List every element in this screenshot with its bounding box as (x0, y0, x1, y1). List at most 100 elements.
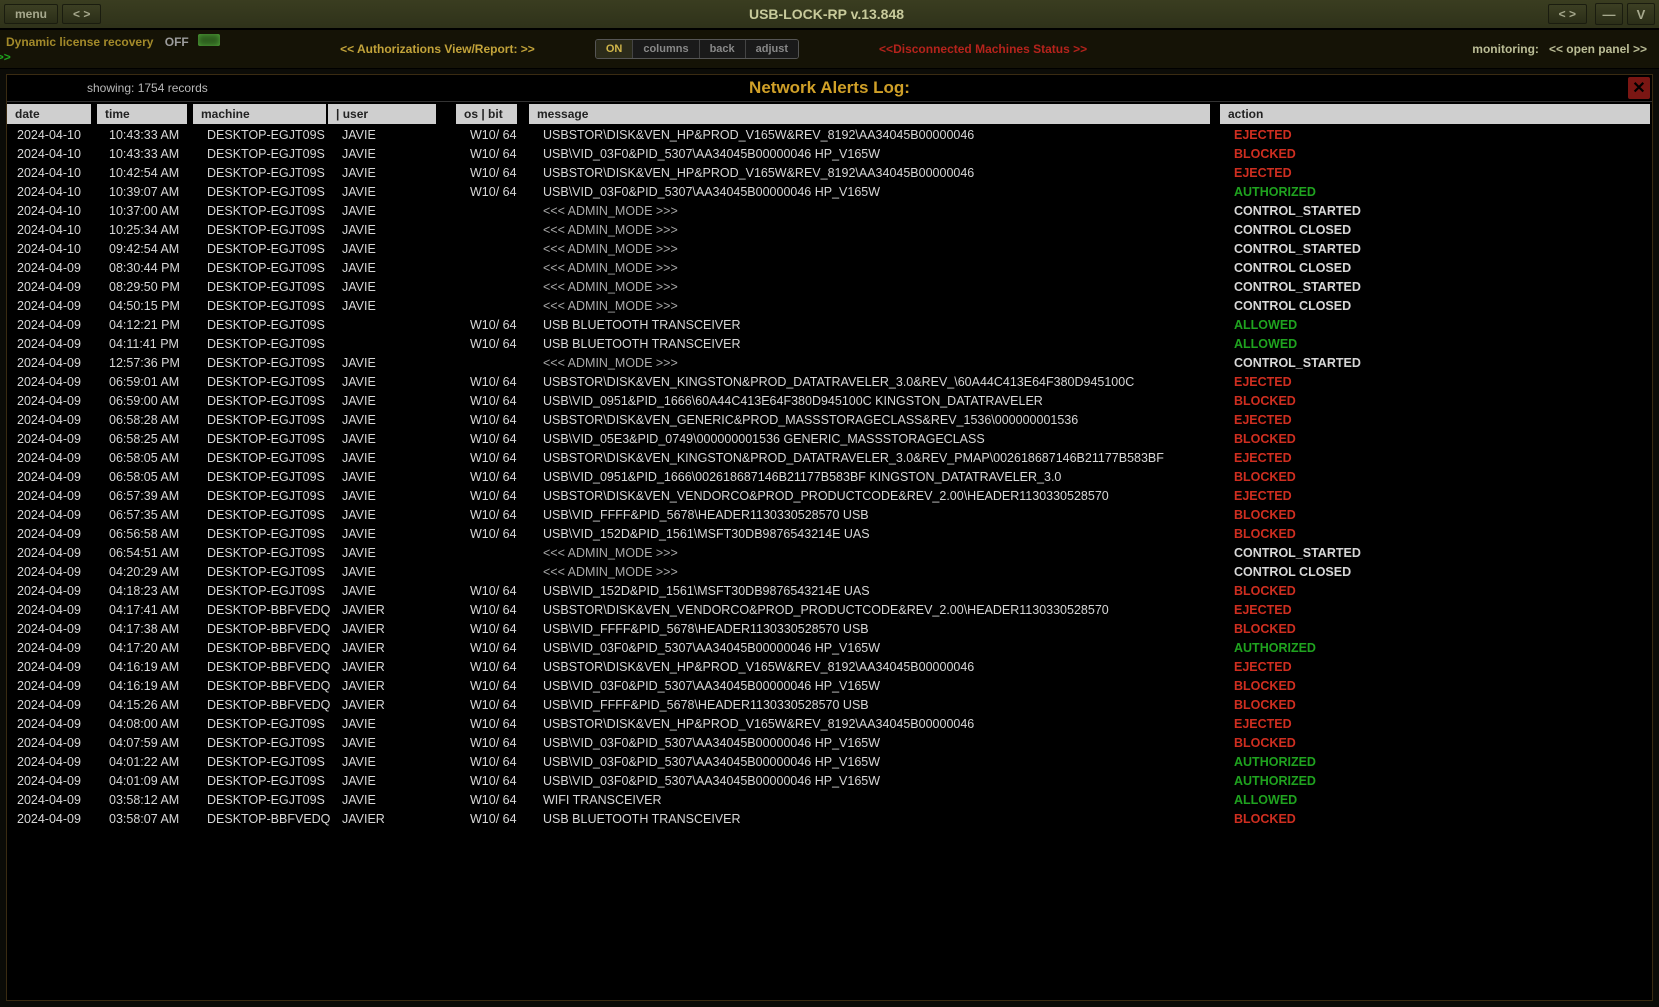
table-row[interactable]: 2024-04-0903:58:07 AMDESKTOP-BBFVEDQJAVI… (11, 809, 1648, 828)
cell-user: JAVIE (336, 432, 446, 446)
table-row[interactable]: 2024-04-0904:50:15 PMDESKTOP-EGJT09SJAVI… (11, 296, 1648, 315)
table-row[interactable]: 2024-04-0904:11:41 PMDESKTOP-EGJT09SW10/… (11, 334, 1648, 353)
table-row[interactable]: 2024-04-1010:25:34 AMDESKTOP-EGJT09SJAVI… (11, 220, 1648, 239)
table-row[interactable]: 2024-04-1010:42:54 AMDESKTOP-EGJT09SJAVI… (11, 163, 1648, 182)
table-row[interactable]: 2024-04-0904:20:29 AMDESKTOP-EGJT09SJAVI… (11, 562, 1648, 581)
table-row[interactable]: 2024-04-0904:01:22 AMDESKTOP-EGJT09SJAVI… (11, 752, 1648, 771)
cell-time: 04:07:59 AM (103, 736, 195, 750)
table-row[interactable]: 2024-04-0904:08:00 AMDESKTOP-EGJT09SJAVI… (11, 714, 1648, 733)
cell-action: ALLOWED (1228, 318, 1648, 332)
table-row[interactable]: 2024-04-0906:56:58 AMDESKTOP-EGJT09SJAVI… (11, 524, 1648, 543)
cell-os: W10/ 64 (464, 774, 527, 788)
nav-buttons-right[interactable]: < > (1548, 4, 1587, 24)
table-row[interactable]: 2024-04-0904:18:23 AMDESKTOP-EGJT09SJAVI… (11, 581, 1648, 600)
cell-message: <<< ADMIN_MODE >>> (537, 280, 1220, 294)
table-row[interactable]: 2024-04-1010:43:33 AMDESKTOP-EGJT09SJAVI… (11, 125, 1648, 144)
cell-machine: DESKTOP-BBFVEDQ (201, 812, 336, 826)
cell-time: 09:42:54 AM (103, 242, 195, 256)
cell-date: 2024-04-09 (11, 432, 97, 446)
col-machine[interactable]: machine (193, 104, 328, 124)
table-row[interactable]: 2024-04-0908:29:50 PMDESKTOP-EGJT09SJAVI… (11, 277, 1648, 296)
cell-message: USBSTOR\DISK&VEN_HP&PROD_V165W&REV_8192\… (537, 166, 1220, 180)
table-row[interactable]: 2024-04-1010:43:33 AMDESKTOP-EGJT09SJAVI… (11, 144, 1648, 163)
table-row[interactable]: 2024-04-0906:57:39 AMDESKTOP-EGJT09SJAVI… (11, 486, 1648, 505)
cell-action: CONTROL_STARTED (1228, 280, 1648, 294)
cell-user: JAVIE (336, 508, 446, 522)
cell-os: W10/ 64 (464, 793, 527, 807)
menu-button[interactable]: menu (4, 4, 58, 24)
table-row[interactable]: 2024-04-0906:58:25 AMDESKTOP-EGJT09SJAVI… (11, 429, 1648, 448)
tab-on[interactable]: ON (596, 40, 634, 58)
cell-date: 2024-04-09 (11, 660, 97, 674)
close-button[interactable]: ✕ (1628, 77, 1650, 99)
table-row[interactable]: 2024-04-0903:58:12 AMDESKTOP-EGJT09SJAVI… (11, 790, 1648, 809)
cell-os: W10/ 64 (464, 527, 527, 541)
cell-user: JAVIE (336, 299, 446, 313)
cell-time: 04:17:38 AM (103, 622, 195, 636)
cell-machine: DESKTOP-EGJT09S (201, 432, 336, 446)
cell-machine: DESKTOP-EGJT09S (201, 413, 336, 427)
cell-user: JAVIE (336, 736, 446, 750)
authorizations-view-label[interactable]: << Authorizations View/Report: >> (340, 42, 535, 56)
table-row[interactable]: 2024-04-0904:16:19 AMDESKTOP-BBFVEDQJAVI… (11, 657, 1648, 676)
table-row[interactable]: 2024-04-0908:30:44 PMDESKTOP-EGJT09SJAVI… (11, 258, 1648, 277)
v-button[interactable]: V (1627, 3, 1655, 25)
log-panel: showing: 1754 records Network Alerts Log… (6, 74, 1653, 1001)
cell-machine: DESKTOP-EGJT09S (201, 261, 336, 275)
table-row[interactable]: 2024-04-0904:12:21 PMDESKTOP-EGJT09SW10/… (11, 315, 1648, 334)
log-rows[interactable]: 2024-04-1010:43:33 AMDESKTOP-EGJT09SJAVI… (11, 125, 1648, 996)
tab-columns[interactable]: columns (633, 40, 699, 58)
nav-buttons[interactable]: < > (62, 4, 101, 24)
cell-machine: DESKTOP-EGJT09S (201, 717, 336, 731)
table-row[interactable]: 2024-04-0904:17:38 AMDESKTOP-BBFVEDQJAVI… (11, 619, 1648, 638)
cell-action: BLOCKED (1228, 527, 1648, 541)
cell-message: USB\VID_03F0&PID_5307\AA34045B00000046 H… (537, 679, 1220, 693)
cell-action: BLOCKED (1228, 508, 1648, 522)
table-row[interactable]: 2024-04-0904:01:09 AMDESKTOP-EGJT09SJAVI… (11, 771, 1648, 790)
table-row[interactable]: 2024-04-1010:37:00 AMDESKTOP-EGJT09SJAVI… (11, 201, 1648, 220)
table-row[interactable]: 2024-04-1009:42:54 AMDESKTOP-EGJT09SJAVI… (11, 239, 1648, 258)
col-date[interactable]: date (7, 104, 93, 124)
cell-machine: DESKTOP-BBFVEDQ (201, 641, 336, 655)
table-row[interactable]: 2024-04-0912:57:36 PMDESKTOP-EGJT09SJAVI… (11, 353, 1648, 372)
cell-time: 06:58:28 AM (103, 413, 195, 427)
col-time[interactable]: time (97, 104, 189, 124)
col-action[interactable]: action (1220, 104, 1652, 124)
table-row[interactable]: 2024-04-0906:58:28 AMDESKTOP-EGJT09SJAVI… (11, 410, 1648, 429)
cell-action: BLOCKED (1228, 470, 1648, 484)
table-row[interactable]: 2024-04-0904:17:41 AMDESKTOP-BBFVEDQJAVI… (11, 600, 1648, 619)
col-user[interactable]: | user (328, 104, 438, 124)
cell-date: 2024-04-09 (11, 793, 97, 807)
cell-date: 2024-04-09 (11, 508, 97, 522)
table-row[interactable]: 2024-04-0906:59:01 AMDESKTOP-EGJT09SJAVI… (11, 372, 1648, 391)
cell-message: <<< ADMIN_MODE >>> (537, 223, 1220, 237)
table-row[interactable]: 2024-04-0906:58:05 AMDESKTOP-EGJT09SJAVI… (11, 448, 1648, 467)
table-row[interactable]: 2024-04-0904:07:59 AMDESKTOP-EGJT09SJAVI… (11, 733, 1648, 752)
table-row[interactable]: 2024-04-0904:17:20 AMDESKTOP-BBFVEDQJAVI… (11, 638, 1648, 657)
col-os[interactable]: os | bit (456, 104, 519, 124)
minimize-button[interactable]: — (1595, 3, 1623, 25)
cell-date: 2024-04-09 (11, 755, 97, 769)
tab-adjust[interactable]: adjust (746, 40, 798, 58)
table-row[interactable]: 2024-04-0906:59:00 AMDESKTOP-EGJT09SJAVI… (11, 391, 1648, 410)
cell-action: EJECTED (1228, 413, 1648, 427)
table-row[interactable]: 2024-04-0904:16:19 AMDESKTOP-BBFVEDQJAVI… (11, 676, 1648, 695)
disconnected-status-label[interactable]: <<Disconnected Machines Status >> (879, 42, 1087, 56)
table-row[interactable]: 2024-04-1010:39:07 AMDESKTOP-EGJT09SJAVI… (11, 182, 1648, 201)
cell-date: 2024-04-09 (11, 736, 97, 750)
cell-user: JAVIER (336, 812, 446, 826)
table-row[interactable]: 2024-04-0904:15:26 AMDESKTOP-BBFVEDQJAVI… (11, 695, 1648, 714)
table-row[interactable]: 2024-04-0906:58:05 AMDESKTOP-EGJT09SJAVI… (11, 467, 1648, 486)
cell-os: W10/ 64 (464, 736, 527, 750)
table-row[interactable]: 2024-04-0906:54:51 AMDESKTOP-EGJT09SJAVI… (11, 543, 1648, 562)
cell-user: JAVIE (336, 128, 446, 142)
cell-date: 2024-04-09 (11, 527, 97, 541)
cell-date: 2024-04-09 (11, 280, 97, 294)
tab-back[interactable]: back (700, 40, 746, 58)
open-panel-link[interactable]: << open panel >> (1549, 42, 1647, 56)
cell-date: 2024-04-09 (11, 679, 97, 693)
cell-time: 04:50:15 PM (103, 299, 195, 313)
col-message[interactable]: message (529, 104, 1212, 124)
table-row[interactable]: 2024-04-0906:57:35 AMDESKTOP-EGJT09SJAVI… (11, 505, 1648, 524)
cell-message: USBSTOR\DISK&VEN_HP&PROD_V165W&REV_8192\… (537, 128, 1220, 142)
